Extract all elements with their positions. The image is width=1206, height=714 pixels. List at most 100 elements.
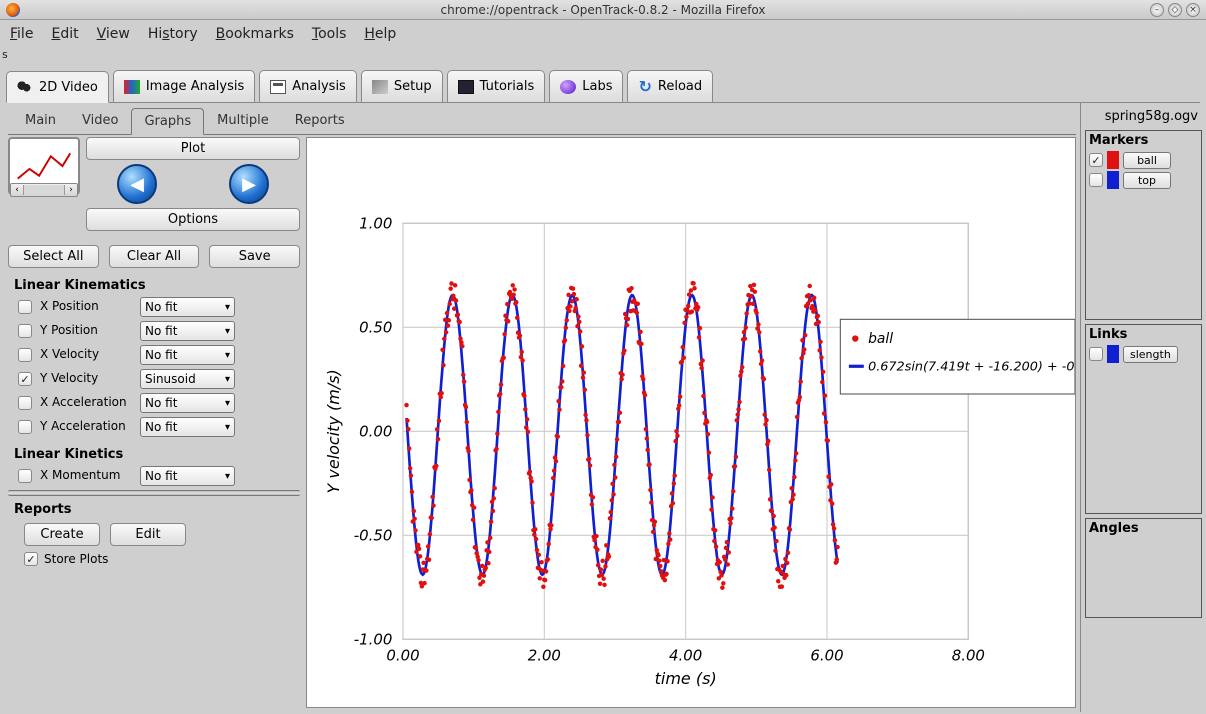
tab-2d-video-label: 2D Video xyxy=(39,80,98,95)
menu-tools[interactable]: Tools xyxy=(312,26,347,42)
plot-button[interactable]: Plot xyxy=(86,137,300,160)
table-icon xyxy=(270,80,286,94)
checkbox-x-velocity[interactable] xyxy=(18,348,32,362)
create-button[interactable]: Create xyxy=(24,523,100,546)
svg-text:2.00: 2.00 xyxy=(528,647,561,665)
link-row-slength: slength xyxy=(1089,345,1198,363)
row-y-position: Y Position No fit xyxy=(8,321,300,341)
fit-x-position[interactable]: No fit xyxy=(140,297,235,317)
store-plots-label: Store Plots xyxy=(44,552,108,566)
svg-text:0.672sin(7.419t + -16.200) + -: 0.672sin(7.419t + -16.200) + -0.017 xyxy=(868,360,1075,375)
cam-icon xyxy=(17,80,33,94)
subtab-multiple[interactable]: Multiple xyxy=(204,107,282,134)
svg-text:-0.50: -0.50 xyxy=(354,527,393,545)
edit-button[interactable]: Edit xyxy=(110,523,186,546)
plot-thumbnail[interactable]: ‹› xyxy=(8,137,80,195)
tab-reload[interactable]: ↻Reload xyxy=(627,70,713,102)
tab-analysis-label: Analysis xyxy=(292,79,346,94)
links-box: Links slength xyxy=(1085,324,1202,514)
checkbox-link-slength[interactable] xyxy=(1089,347,1103,361)
filename-label: spring58g.ogv xyxy=(1083,105,1204,128)
tab-labs-label: Labs xyxy=(582,79,612,94)
subtab-main[interactable]: Main xyxy=(12,107,69,134)
fit-y-velocity[interactable]: Sinusoid xyxy=(140,369,235,389)
checkbox-marker-top[interactable] xyxy=(1089,173,1103,187)
close-button[interactable]: × xyxy=(1186,3,1200,17)
tab-labs[interactable]: Labs xyxy=(549,70,623,102)
row-x-position: X Position No fit xyxy=(8,297,300,317)
label-y-position: Y Position xyxy=(40,324,132,337)
checkbox-marker-ball[interactable] xyxy=(1089,153,1103,167)
subtab-reports[interactable]: Reports xyxy=(282,107,358,134)
select-all-button[interactable]: Select All xyxy=(8,245,99,268)
tab-image-analysis[interactable]: Image Analysis xyxy=(113,70,255,102)
svg-text:4.00: 4.00 xyxy=(669,647,702,665)
checkbox-y-position[interactable] xyxy=(18,324,32,338)
chart-canvas: 0.002.004.006.008.00-1.00-0.500.000.501.… xyxy=(306,137,1076,708)
markers-header: Markers xyxy=(1089,133,1198,148)
main-tab-strip: 2D Video Image Analysis Analysis Setup T… xyxy=(6,70,1200,103)
tab-setup-label: Setup xyxy=(394,79,432,94)
firefox-icon xyxy=(6,3,20,17)
window-title: chrome://opentrack - OpenTrack-0.8.2 - M… xyxy=(0,3,1206,17)
menu-view[interactable]: View xyxy=(97,26,130,42)
checkbox-x-acceleration[interactable] xyxy=(18,396,32,410)
menu-help[interactable]: Help xyxy=(364,26,396,42)
globe-icon xyxy=(560,80,576,94)
tab-analysis[interactable]: Analysis xyxy=(259,70,357,102)
svg-text:0.00: 0.00 xyxy=(359,423,392,441)
marker-top-button[interactable]: top xyxy=(1123,172,1171,189)
svg-text:-1.00: -1.00 xyxy=(354,631,393,649)
svg-text:0.50: 0.50 xyxy=(359,319,392,337)
link-slength-button[interactable]: slength xyxy=(1123,346,1178,363)
marker-ball-button[interactable]: ball xyxy=(1123,152,1171,169)
thumbnail-scrollbar[interactable]: ‹› xyxy=(10,183,78,197)
spectrum-icon xyxy=(124,80,140,94)
minimize-button[interactable]: – xyxy=(1150,3,1164,17)
save-button[interactable]: Save xyxy=(209,245,300,268)
menu-file[interactable]: File xyxy=(10,26,33,42)
row-y-velocity: Y VelocitySinusoid xyxy=(8,369,300,389)
tab-tutorials[interactable]: Tutorials xyxy=(447,70,546,102)
checkbox-store-plots[interactable] xyxy=(24,552,38,566)
fit-x-acceleration[interactable]: No fit xyxy=(140,393,235,413)
tab-setup[interactable]: Setup xyxy=(361,70,443,102)
reports-header: Reports xyxy=(14,502,296,517)
checkbox-y-acceleration[interactable] xyxy=(18,420,32,434)
row-y-acceleration: Y Acceleration No fit xyxy=(8,417,300,437)
menu-edit[interactable]: Edit xyxy=(51,26,78,42)
reload-icon: ↻ xyxy=(638,77,651,96)
angles-box: Angles xyxy=(1085,518,1202,618)
menu-bar: File Edit View History Bookmarks Tools H… xyxy=(0,20,1206,48)
checkbox-x-momentum[interactable] xyxy=(18,469,32,483)
row-x-acceleration: X AccelerationNo fit xyxy=(8,393,300,413)
svg-text:ball: ball xyxy=(868,331,893,347)
next-button[interactable]: ▶ xyxy=(229,164,269,204)
tab-image-label: Image Analysis xyxy=(146,79,244,94)
stray-char: s xyxy=(2,48,8,61)
row-x-velocity: X VelocityNo fit xyxy=(8,345,300,365)
markers-box: Markers ball top xyxy=(1085,130,1202,320)
fit-x-velocity[interactable]: No fit xyxy=(140,345,235,365)
checkbox-x-position[interactable] xyxy=(18,300,32,314)
fit-y-acceleration[interactable]: No fit xyxy=(140,417,235,437)
checkbox-y-velocity[interactable] xyxy=(18,372,32,386)
label-y-acceleration: Y Acceleration xyxy=(40,420,132,433)
clear-all-button[interactable]: Clear All xyxy=(109,245,200,268)
pane-splitter[interactable] xyxy=(8,490,300,496)
subtab-video[interactable]: Video xyxy=(69,107,131,134)
svg-text:6.00: 6.00 xyxy=(810,647,843,665)
marker-row-ball: ball xyxy=(1089,151,1198,169)
wand-icon xyxy=(372,80,388,94)
menu-history[interactable]: History xyxy=(148,26,198,42)
fit-x-momentum[interactable]: No fit xyxy=(140,466,235,486)
options-button[interactable]: Options xyxy=(86,208,300,231)
tab-2d-video[interactable]: 2D Video xyxy=(6,71,109,103)
prev-button[interactable]: ◀ xyxy=(117,164,157,204)
sub-tab-strip: Main Video Graphs Multiple Reports xyxy=(8,107,1076,135)
maximize-button[interactable]: ◇ xyxy=(1168,3,1182,17)
menu-bookmarks[interactable]: Bookmarks xyxy=(216,26,294,42)
label-x-position: X Position xyxy=(40,300,132,313)
fit-y-position[interactable]: No fit xyxy=(140,321,235,341)
subtab-graphs[interactable]: Graphs xyxy=(131,108,204,135)
